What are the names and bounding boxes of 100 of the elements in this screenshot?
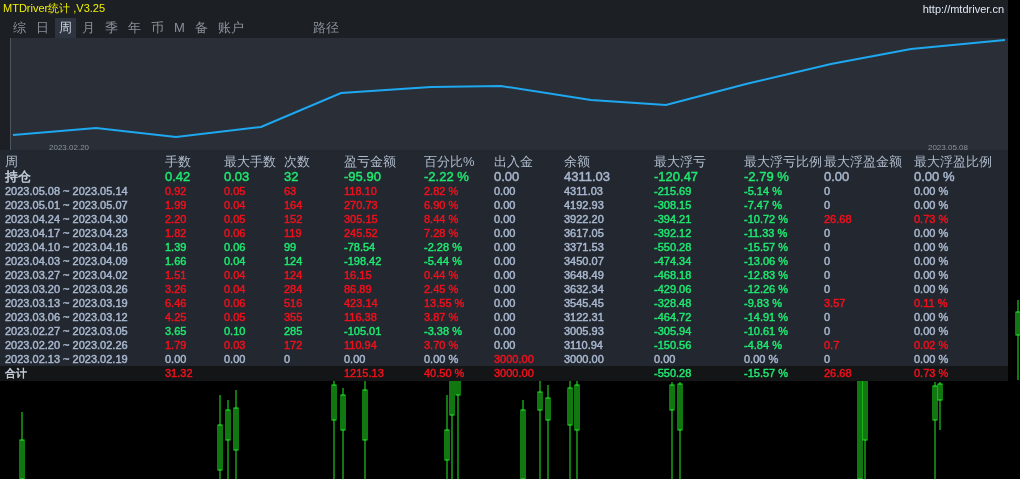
table-cell-text: 270.73 xyxy=(344,198,379,212)
table-cell-text: 0.00 xyxy=(224,352,247,366)
table-cell-text: 0.11 % xyxy=(914,296,949,310)
table-cell-text: 1.82 xyxy=(165,226,188,240)
table-cell-text: 0 xyxy=(824,240,832,254)
table-cell-text: -9.83 % xyxy=(744,296,783,310)
table-cell-text: 1.79 xyxy=(165,338,188,352)
table-cell-text: 0.00 % xyxy=(424,352,460,366)
table-cell-text: 0.00 xyxy=(494,282,517,296)
table-cell-text: 0.73 % xyxy=(914,212,950,226)
table-cell-text: 16.15 xyxy=(344,268,373,282)
table-cell-text: -474.34 xyxy=(654,254,693,268)
column-header: 盈亏金额 xyxy=(344,154,397,169)
candlestick xyxy=(19,411,25,479)
table-cell-text: 0.04 xyxy=(224,282,247,296)
table-cell-text: 285 xyxy=(284,324,304,338)
table-cell-text: 40.50 % xyxy=(424,366,466,381)
table-cell-text: 3000.00 xyxy=(494,352,535,366)
period-tab[interactable]: 季 xyxy=(101,17,122,38)
table-cell-text: 152 xyxy=(284,212,304,226)
table-cell-text: 2.82 % xyxy=(424,184,460,198)
table-cell-text: 2023.03.27 ~ 2023.04.02 xyxy=(5,268,129,282)
table-cell-text: 3.26 xyxy=(165,282,188,296)
table-cell-text: -4.84 % xyxy=(744,338,783,352)
table-cell-text: 7.28 % xyxy=(424,226,460,240)
table-cell-text: 0.00 xyxy=(494,212,517,226)
table-cell-text: 32 xyxy=(284,169,300,184)
table-cell-text: 26.68 xyxy=(824,212,853,226)
table-cell-text: 0.00 % xyxy=(744,352,780,366)
table-cell-text: 516 xyxy=(284,296,304,310)
table-cell-text: 0.00 xyxy=(165,352,188,366)
table-cell-text: -10.72 % xyxy=(744,212,790,226)
table-cell-text: 2023.03.13 ~ 2023.03.19 xyxy=(5,296,129,310)
period-tab[interactable]: M xyxy=(170,19,189,36)
table-cell-text: 0.00 xyxy=(494,254,517,268)
table-cell-text: 0.06 xyxy=(224,226,247,240)
table-cell-text: 13.55 % xyxy=(424,296,466,310)
column-header: 最大浮亏 xyxy=(654,154,707,169)
table-cell-text: 0 xyxy=(824,254,832,268)
table-cell-text: 0.00 xyxy=(494,169,521,184)
table-cell-text: 3.57 xyxy=(824,296,847,310)
table-cell-text: -550.28 xyxy=(654,366,693,381)
table-cell-text: 0 xyxy=(824,352,832,366)
table-cell-text: 0.06 xyxy=(224,296,247,310)
table-cell-text: -550.28 xyxy=(654,240,693,254)
table-cell-text: -468.18 xyxy=(654,268,693,282)
period-tab[interactable]: 备 xyxy=(190,17,212,38)
period-tab[interactable]: 路径 xyxy=(308,17,343,38)
period-tab[interactable]: 周 xyxy=(55,17,76,38)
date-label: 2023.05.08 xyxy=(927,143,968,152)
date-label: 2023.02.20 xyxy=(49,143,90,152)
column-header: 百分比% xyxy=(424,154,476,169)
table-cell-text: 355 xyxy=(284,310,304,324)
table-cell-text: 284 xyxy=(284,282,304,296)
period-tab[interactable]: 年 xyxy=(124,17,145,38)
column-header: 最大浮盈比例 xyxy=(914,154,993,169)
table-cell-text: 0.00 xyxy=(494,184,517,198)
column-header: 周 xyxy=(5,154,19,169)
column-header: 余额 xyxy=(564,154,591,169)
period-tab[interactable]: 日 xyxy=(32,17,53,38)
table-cell-text: 0.05 xyxy=(224,310,247,324)
table-cell-text: 110.94 xyxy=(344,338,378,352)
period-tab[interactable]: 币 xyxy=(147,17,168,38)
table-cell-text: 0 xyxy=(824,310,832,324)
table-cell-text: 0.42 xyxy=(165,169,192,184)
table-cell-text: 124 xyxy=(284,254,304,268)
table-cell-text: -308.15 xyxy=(654,198,693,212)
period-tab[interactable]: 账户 xyxy=(213,17,248,38)
table-cell-text: 0.00 % xyxy=(914,352,950,366)
table-cell-text: 0.03 xyxy=(224,169,251,184)
table-cell-text: 86.89 xyxy=(344,282,373,296)
table-cell-text: 0.00 xyxy=(494,324,517,338)
period-tab[interactable]: 综 xyxy=(9,17,30,38)
table-cell-text: -5.44 % xyxy=(424,254,463,268)
table-cell-text: -78.54 xyxy=(344,240,377,254)
table-cell-text: 0.00 % xyxy=(914,184,950,198)
table-cell-text: 0.04 xyxy=(224,254,247,268)
table-cell-text: 4311.03 xyxy=(564,169,612,184)
table-cell-text: 0.00 % xyxy=(914,169,956,184)
table-cell-text: -305.94 xyxy=(654,324,693,338)
table-cell-text: 2023.05.01 ~ 2023.05.07 xyxy=(5,198,129,212)
table-cell-text: 3000.00 xyxy=(494,366,535,381)
table-cell-text: -5.14 % xyxy=(744,184,783,198)
table-cell-text: 0.00 xyxy=(654,352,677,366)
table-cell-text: 0 xyxy=(824,324,832,338)
column-header: 最大浮亏比例 xyxy=(744,154,823,169)
table-cell-text: 3617.05 xyxy=(564,226,605,240)
table-cell-text: -15.57 % xyxy=(744,366,790,381)
table-cell-text: 3122.31 xyxy=(564,310,605,324)
table-cell-text: 118.10 xyxy=(344,184,378,198)
table-cell-text: 0 xyxy=(824,268,832,282)
table-cell-text: 0.00 % xyxy=(914,254,950,268)
table-cell-text: 2023.05.08 ~ 2023.05.14 xyxy=(5,184,129,198)
table-cell-text: 0.00 xyxy=(494,268,517,282)
website-link[interactable]: http://mtdriver.cn xyxy=(922,2,1004,15)
period-tab[interactable]: 月 xyxy=(78,17,99,38)
table-cell-text: 3110.94 xyxy=(564,338,604,352)
table-cell-text: -12.83 % xyxy=(744,268,790,282)
table-cell-text: 0.00 xyxy=(494,310,517,324)
table-cell-text: 0 xyxy=(824,184,832,198)
